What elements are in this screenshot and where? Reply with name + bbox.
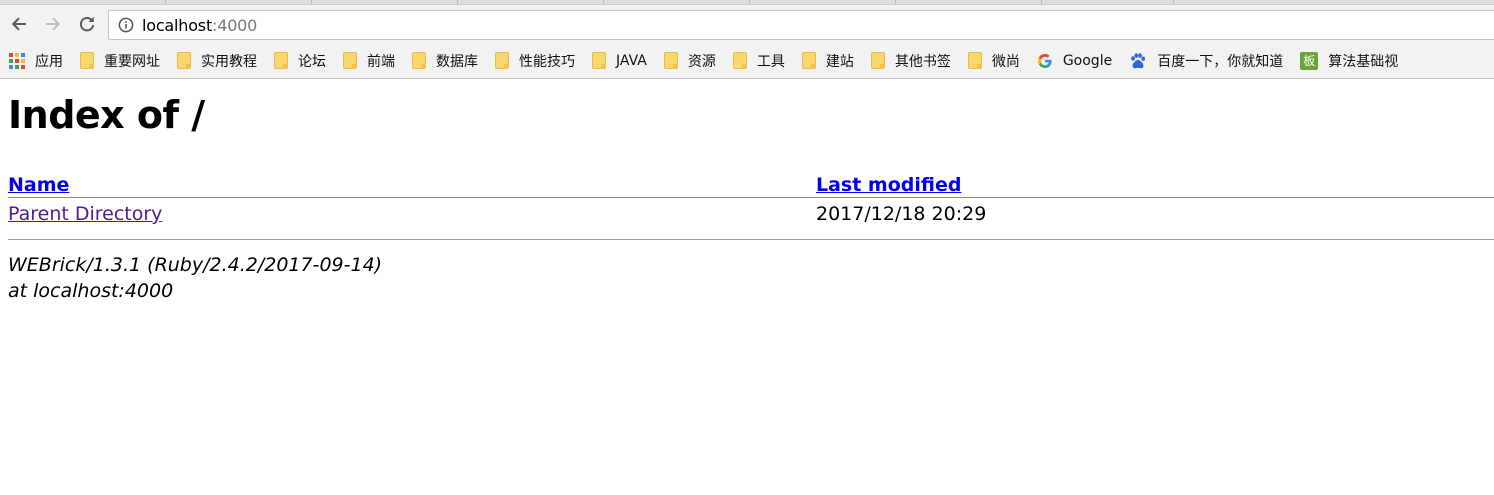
bookmark-label: 算法基础视 (1328, 53, 1399, 70)
server-signature: WEBrick/1.3.1 (Ruby/2.4.2/2017-09-14) at… (8, 252, 1494, 304)
reload-icon (79, 16, 95, 32)
folder-icon (495, 52, 509, 69)
url-text[interactable]: localhost:4000 (142, 16, 257, 35)
bookmark-label: Google (1062, 52, 1113, 69)
bookmark-folder-java[interactable]: JAVA (592, 52, 647, 69)
table-header-row: Name Last modified (8, 173, 1494, 198)
address-bar[interactable]: localhost:4000 (108, 10, 1494, 40)
bookmark-folder-frontend[interactable]: 前端 (343, 51, 395, 71)
bookmark-folder-tools[interactable]: 工具 (732, 51, 785, 71)
bookmark-folder-database[interactable]: 数据库 (412, 51, 478, 71)
bookmark-folder-weishang[interactable]: 微尚 (967, 51, 1020, 71)
bookmark-folder-other[interactable]: 其他书签 (870, 51, 951, 71)
folder-icon (732, 52, 747, 69)
url-port: :4000 (212, 15, 258, 35)
bookmark-label: 性能技巧 (519, 53, 575, 70)
bookmark-folder-important[interactable]: 重要网址 (80, 51, 160, 71)
bookmarks-bar: 应用 重要网址 实用教程 论坛 前端 数据库 性能技巧 JAVA 资源 工具 建… (0, 43, 1494, 79)
cell-modified: 2017/12/18 20:29 (816, 203, 987, 225)
folder-icon (177, 52, 191, 69)
bookmark-ban-icon: 板 (1300, 51, 1319, 70)
bookmark-label: 建站 (825, 53, 854, 70)
info-icon[interactable] (118, 17, 134, 33)
folder-icon (343, 52, 357, 69)
bookmark-folder-performance[interactable]: 性能技巧 (495, 51, 575, 71)
folder-icon (412, 52, 426, 69)
bookmark-label: 应用 (35, 53, 63, 70)
bookmark-label: 百度一下，你就知道 (1157, 53, 1284, 70)
baidu-icon (1129, 52, 1147, 70)
browser-toolbar: localhost:4000 (0, 5, 1494, 43)
reload-button[interactable] (70, 8, 104, 40)
bookmark-label: 前端 (367, 53, 395, 70)
page-title: Index of / (8, 93, 205, 137)
server-host: at localhost:4000 (8, 280, 174, 302)
bookmark-folder-tutorials[interactable]: 实用教程 (177, 51, 257, 71)
bookmark-label: 工具 (756, 53, 785, 70)
bookmark-folder-resources[interactable]: 资源 (663, 51, 716, 71)
bookmark-label: 资源 (687, 53, 716, 70)
table-row: Parent Directory 2017/12/18 20:29 (8, 198, 1494, 230)
bookmark-label: JAVA (616, 52, 647, 69)
forward-button[interactable] (36, 8, 70, 40)
bookmark-label: 实用教程 (201, 53, 257, 70)
column-header-modified: Last modified (816, 173, 1494, 198)
url-host: localhost (142, 15, 213, 35)
apps-grid-icon (9, 52, 25, 69)
bookmark-baidu[interactable]: 百度一下，你就知道 (1129, 51, 1283, 71)
bookmark-google[interactable]: Google (1037, 53, 1112, 69)
bookmark-algorithm-video[interactable]: 板 算法基础视 (1300, 51, 1398, 71)
directory-listing-table: Name Last modified Parent Directory 2017… (8, 173, 1494, 229)
bookmark-apps[interactable]: 应用 (9, 51, 63, 71)
folder-icon (801, 52, 816, 69)
folder-icon (663, 52, 678, 69)
column-header-name: Name (8, 173, 816, 198)
back-arrow-icon (11, 17, 26, 31)
sort-by-name-link[interactable]: Name (8, 174, 69, 196)
cell-name: Parent Directory (8, 198, 816, 230)
parent-directory-link[interactable]: Parent Directory (8, 203, 162, 225)
page-content: Index of / Name Last modified Parent Dir… (0, 93, 1494, 304)
divider (8, 239, 1494, 240)
bookmark-label: 其他书签 (894, 53, 951, 70)
folder-icon (274, 52, 288, 69)
bookmark-folder-forum[interactable]: 论坛 (274, 51, 326, 71)
bookmark-label: 重要网址 (104, 53, 160, 70)
forward-arrow-icon (46, 17, 61, 31)
server-version: WEBrick/1.3.1 (Ruby/2.4.2/2017-09-14) (8, 254, 383, 276)
bookmark-label: 论坛 (298, 53, 326, 70)
google-icon (1037, 53, 1053, 69)
bookmark-label: 数据库 (436, 53, 478, 70)
folder-icon (80, 52, 94, 69)
bookmark-label: 微尚 (991, 53, 1020, 70)
sort-by-modified-link[interactable]: Last modified (816, 174, 961, 196)
folder-icon (870, 52, 885, 69)
bookmark-folder-site-building[interactable]: 建站 (801, 51, 854, 71)
folder-icon (967, 52, 982, 69)
back-button[interactable] (2, 8, 36, 40)
folder-icon (592, 52, 606, 69)
